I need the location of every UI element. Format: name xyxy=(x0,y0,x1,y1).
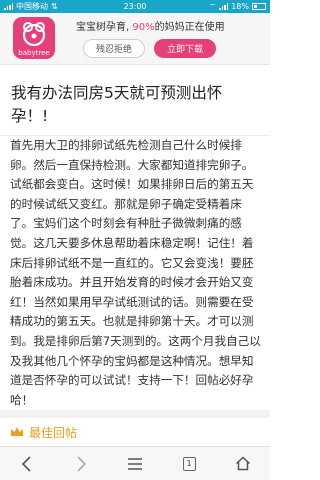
post-title: 我有办法同房5天就可预测出怀孕！! xyxy=(11,84,223,125)
carrier-label: 中国移动 xyxy=(16,2,48,11)
post-body: 首先用大卫的排卵试纸先检测自己什么时候排卵。然后一直保持检测。大家都知道排完卵子… xyxy=(10,138,261,407)
promo-percent: 90% xyxy=(132,22,155,33)
promo-suffix: 的妈妈正在使用 xyxy=(154,22,225,33)
signal-icon xyxy=(4,3,13,10)
bottom-navigation: 1 xyxy=(0,446,270,480)
status-bar: 中国移动 ⇅ 23:00 ⌔ 18% xyxy=(0,0,270,13)
promo-prefix: 宝宝树孕育, xyxy=(76,22,133,33)
cell-signal-icon xyxy=(219,3,229,10)
banner-promo-text: 宝宝树孕育, 90%的妈妈正在使用 xyxy=(76,18,225,33)
best-replies-header: 最佳回帖 xyxy=(10,423,77,441)
home-icon xyxy=(235,456,251,471)
menu-icon xyxy=(128,457,142,470)
best-replies-label: 最佳回帖 xyxy=(29,425,78,440)
baby-face-icon xyxy=(22,22,46,47)
download-button[interactable]: 立即下载 xyxy=(154,39,216,58)
crown-icon xyxy=(11,427,23,436)
tabs-count: 1 xyxy=(182,456,196,471)
babytree-logo[interactable]: babytree xyxy=(13,17,55,59)
home-button[interactable] xyxy=(223,449,263,479)
wifi-icon: ⌔ xyxy=(208,2,217,11)
chevron-right-icon xyxy=(77,455,87,472)
reject-button[interactable]: 残忍拒绝 xyxy=(83,39,145,58)
logo-text: babytree xyxy=(18,49,50,57)
section-separator xyxy=(0,410,270,418)
clock: 23:00 xyxy=(123,2,147,11)
tabs-button[interactable]: 1 xyxy=(169,449,209,479)
battery-percent: 18% xyxy=(231,2,249,11)
back-button[interactable] xyxy=(7,449,47,479)
forward-button[interactable] xyxy=(61,449,101,479)
app-download-banner: babytree 宝宝树孕育, 90%的妈妈正在使用 残忍拒绝 立即下载 xyxy=(0,13,270,65)
battery-icon xyxy=(252,3,266,10)
chevron-left-icon xyxy=(21,455,31,472)
usb-icon: ⇅ xyxy=(51,2,58,11)
menu-button[interactable] xyxy=(115,449,155,479)
